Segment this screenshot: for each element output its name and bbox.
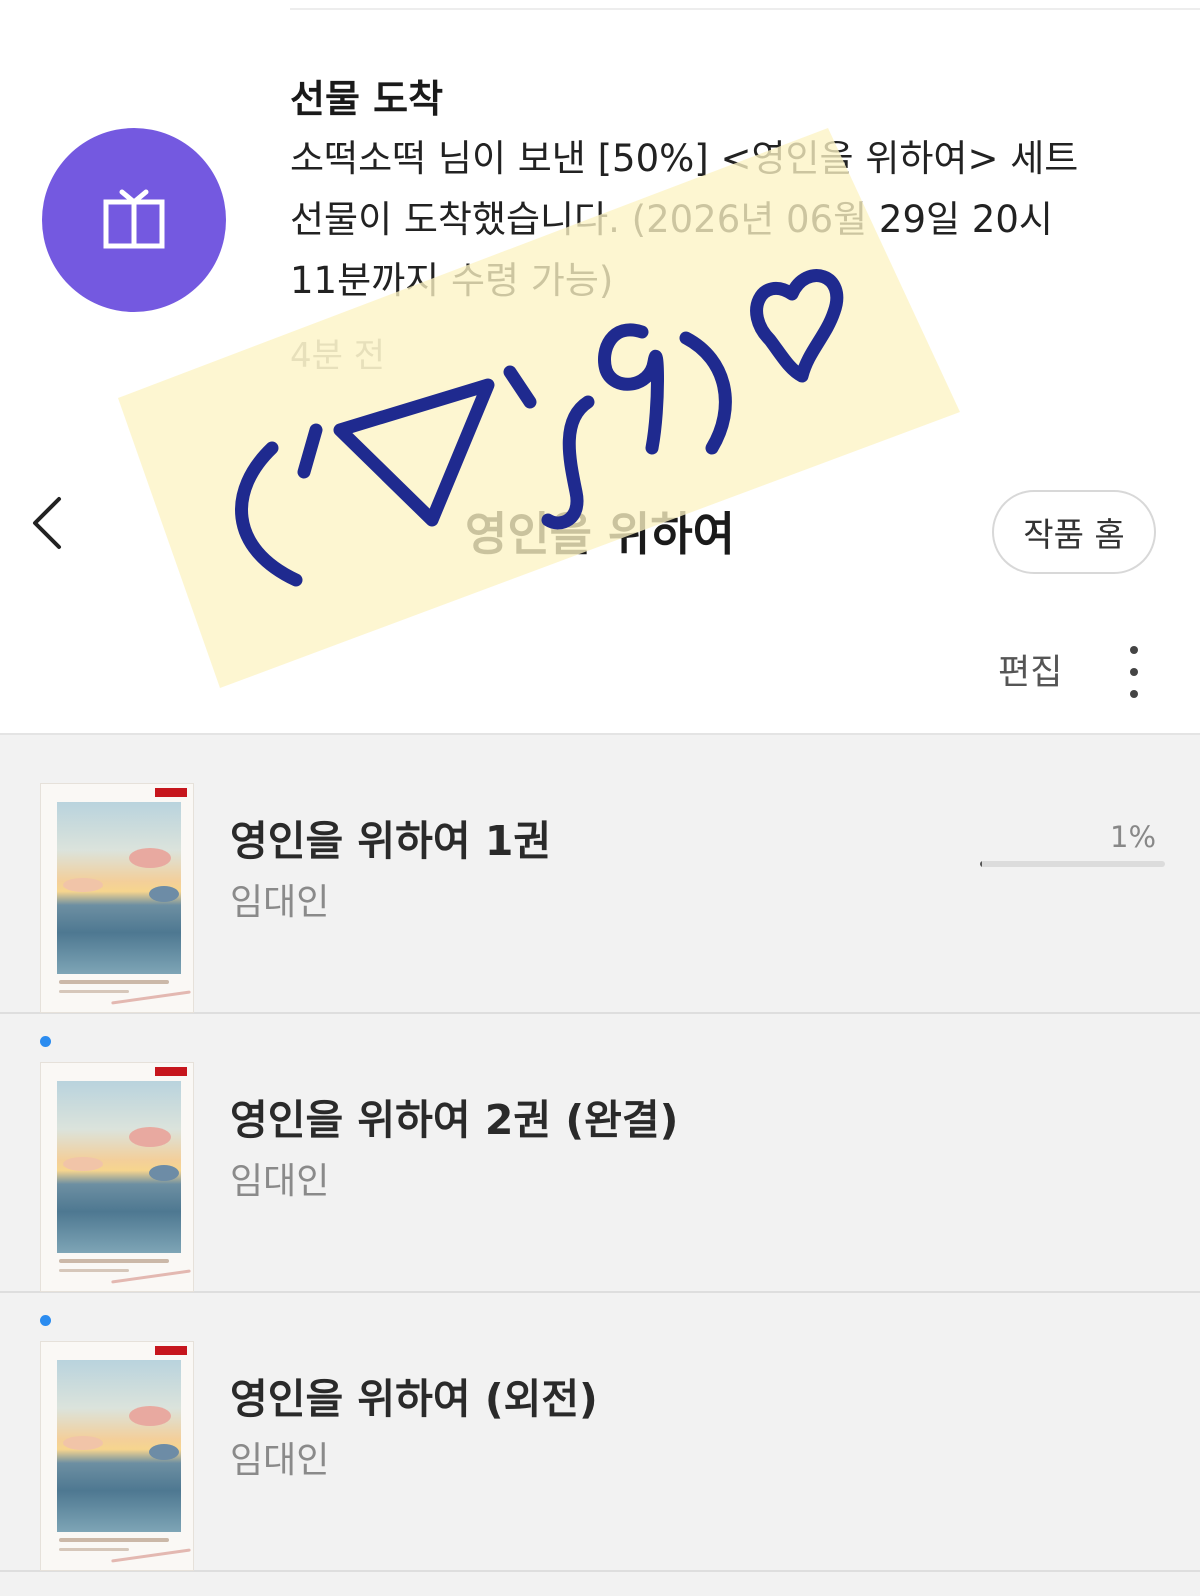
book-author: 임대인 bbox=[230, 882, 330, 923]
list-item[interactable]: 영인을 위하여 1권 임대인 1% bbox=[0, 735, 1200, 1014]
book-cover bbox=[40, 1062, 194, 1292]
book-cover bbox=[40, 1341, 194, 1571]
notification-line-2: 선물이 도착했습니다. (2026년 06월 29일 20시 bbox=[290, 198, 1053, 241]
book-author: 임대인 bbox=[230, 1440, 330, 1481]
notification-line-1: 소떡소떡 님이 보낸 [50%] <영인을 위하여> 세트 bbox=[290, 137, 1079, 180]
list-item[interactable]: 영인을 위하여 2권 (완결) 임대인 bbox=[0, 1014, 1200, 1293]
reading-progress-label: 1% bbox=[1110, 820, 1157, 854]
notification-title: 선물 도착 bbox=[290, 77, 444, 121]
book-list: 영인을 위하여 1권 임대인 1% 영인을 위하여 2권 (완결) 임대인 영인… bbox=[0, 733, 1200, 1596]
notification-message: 소떡소떡 님이 보낸 [50%] <영인을 위하여> 세트 선물이 도착했습니다… bbox=[290, 128, 1170, 311]
edit-button[interactable]: 편집 bbox=[998, 644, 1062, 695]
book-author: 임대인 bbox=[230, 1161, 330, 1202]
unread-dot bbox=[40, 1315, 51, 1326]
unread-dot bbox=[40, 1036, 51, 1047]
reading-progress-fill bbox=[980, 861, 982, 867]
more-vertical-icon[interactable] bbox=[1122, 642, 1146, 702]
book-cover bbox=[40, 783, 194, 1013]
emoticon-sticker bbox=[118, 128, 960, 688]
book-title: 영인을 위하여 1권 bbox=[230, 817, 552, 865]
gift-icon bbox=[42, 128, 226, 312]
book-title: 영인을 위하여 (외전) bbox=[230, 1375, 598, 1423]
series-home-button[interactable]: 작품 홈 bbox=[992, 490, 1156, 574]
notification-line-3: 11분까지 수령 가능) bbox=[290, 259, 614, 302]
notification-time: 4분 전 bbox=[290, 336, 385, 376]
top-divider bbox=[290, 8, 1200, 10]
list-item[interactable]: 영인을 위하여 (외전) 임대인 bbox=[0, 1293, 1200, 1572]
reading-progress-bar bbox=[980, 861, 1165, 867]
book-title: 영인을 위하여 2권 (완결) bbox=[230, 1096, 679, 1144]
